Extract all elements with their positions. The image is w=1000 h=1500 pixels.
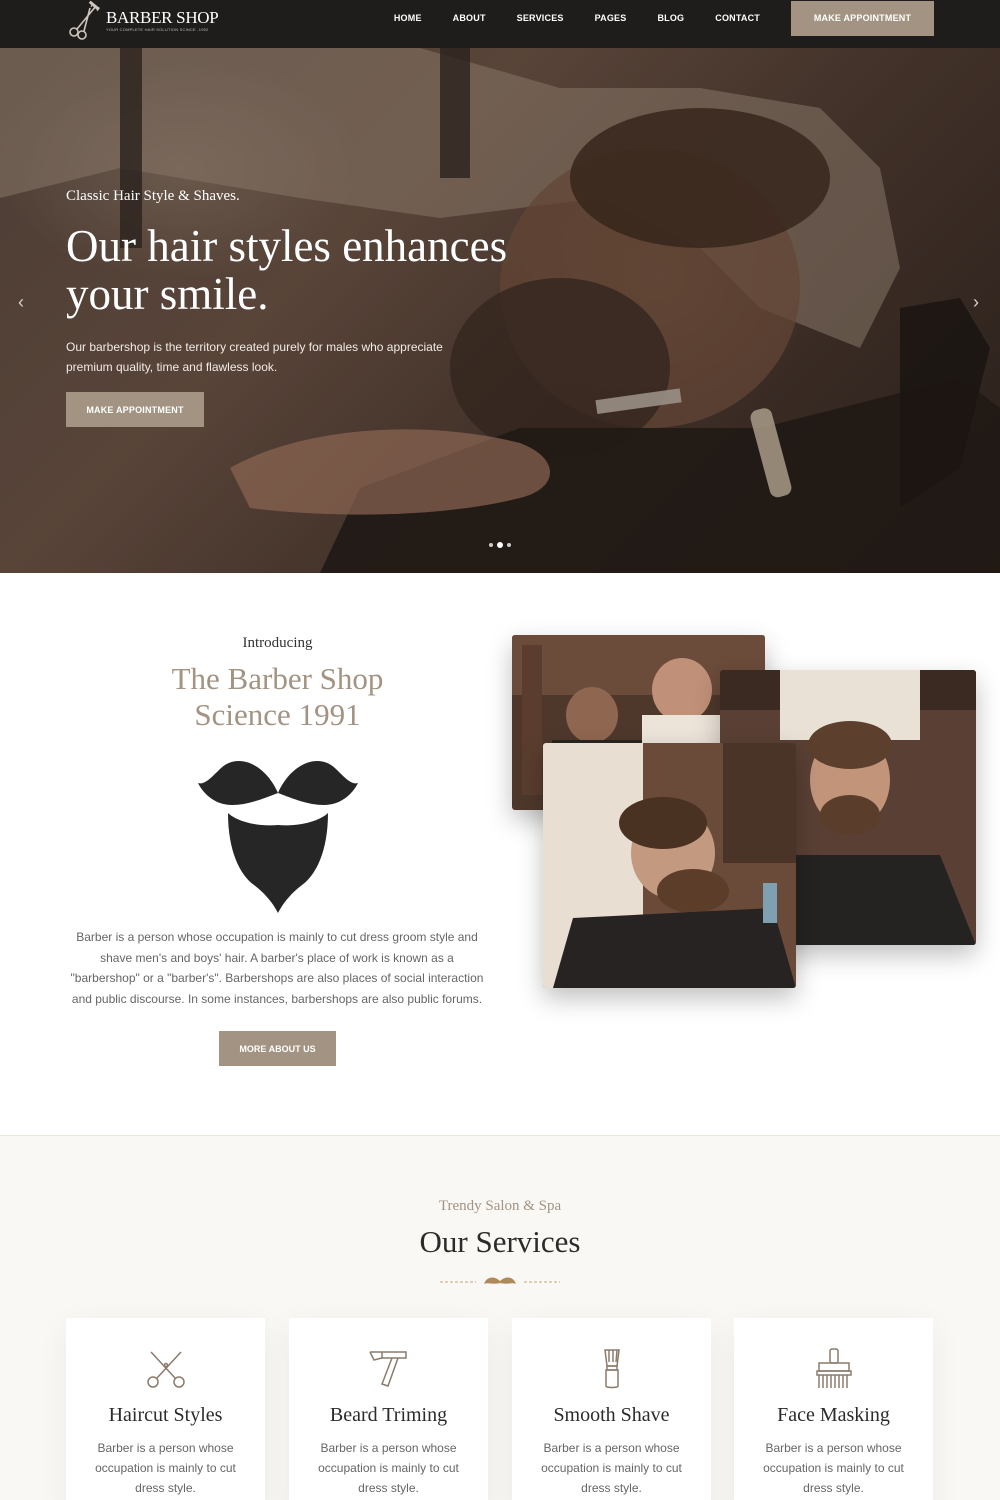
make-appointment-hero-button[interactable]: MAKE APPOINTMENT: [66, 392, 204, 427]
about-intro-section: Introducing The Barber Shop Science 1991…: [0, 573, 1000, 1135]
services-section: Trendy Salon & Spa Our Services Haircut …: [0, 1135, 1000, 1500]
menu-item-about[interactable]: ABOUT: [453, 13, 486, 23]
menu-item-pages[interactable]: PAGES: [595, 13, 627, 23]
menu-item-home[interactable]: HOME: [394, 13, 422, 23]
intro-label: Introducing: [242, 635, 313, 651]
service-text: Barber is a person whose occupation is m…: [763, 1441, 904, 1495]
top-navigation: BARBER SHOP YOUR COMPLETE HAIR SOLUTION …: [0, 0, 1000, 48]
scissors-icon: [147, 1351, 185, 1388]
more-about-us-button[interactable]: MORE ABOUT US: [219, 1031, 336, 1066]
intro-title-line2: Science 1991: [194, 697, 361, 732]
mustache-beard-icon: [198, 760, 358, 913]
service-title: Haircut Styles: [108, 1404, 223, 1426]
service-text: Barber is a person whose occupation is m…: [318, 1441, 459, 1495]
service-title: Smooth Shave: [553, 1404, 670, 1426]
service-title: Beard Triming: [329, 1404, 448, 1426]
shaving-brush-icon: [604, 1349, 620, 1389]
intro-title: The Barber Shop Science 1991: [0, 661, 555, 733]
logo-tagline: YOUR COMPLETE HAIR SOLUTION SCINCE -1952: [106, 27, 209, 32]
intro-title-line1: The Barber Shop: [171, 661, 384, 696]
menu-item-services[interactable]: SERVICES: [517, 13, 564, 23]
service-card-beard[interactable]: Beard Triming Barber is a person whose o…: [289, 1318, 488, 1500]
chevron-left-icon[interactable]: ‹: [18, 292, 24, 313]
slider-pagination: [489, 542, 511, 548]
slider-dot[interactable]: [507, 543, 511, 547]
logo[interactable]: BARBER SHOP YOUR COMPLETE HAIR SOLUTION …: [66, 0, 219, 42]
slider-dot[interactable]: [489, 543, 493, 547]
service-text: Barber is a person whose occupation is m…: [541, 1441, 682, 1495]
service-text: Barber is a person whose occupation is m…: [95, 1441, 236, 1495]
hero-description: Our barbershop is the territory created …: [66, 340, 443, 374]
hero-title: Our hair styles enhances your smile.: [66, 221, 508, 319]
service-card-haircut[interactable]: Haircut Styles Barber is a person whose …: [66, 1318, 265, 1500]
mustache-divider-icon: [440, 1277, 560, 1284]
face-mask-brush-icon: [816, 1348, 852, 1388]
service-card-face-masking[interactable]: Face Masking Barber is a person whose oc…: [734, 1318, 933, 1500]
services-title: Our Services: [419, 1224, 581, 1259]
service-card-shave[interactable]: Smooth Shave Barber is a person whose oc…: [512, 1318, 711, 1500]
main-menu: HOME ABOUT SERVICES PAGES BLOG CONTACT M…: [394, 0, 934, 36]
menu-item-contact[interactable]: CONTACT: [715, 13, 760, 23]
logo-name: BARBER SHOP: [106, 8, 219, 27]
menu-item-blog[interactable]: BLOG: [657, 13, 684, 23]
barber-photo-front: [543, 743, 796, 988]
services-subtitle: Trendy Salon & Spa: [438, 1198, 562, 1214]
service-title: Face Masking: [777, 1404, 890, 1426]
hero-slider: Classic Hair Style & Shaves. Our hair st…: [0, 48, 1000, 573]
intro-paragraph: Barber is a person whose occupation is m…: [70, 930, 484, 1006]
scissors-comb-logo-icon: [69, 0, 100, 40]
hero-subtitle: Classic Hair Style & Shaves.: [66, 188, 240, 204]
chevron-right-icon[interactable]: ›: [973, 292, 979, 313]
make-appointment-nav-button[interactable]: MAKE APPOINTMENT: [791, 0, 934, 36]
razor-icon: [369, 1351, 407, 1387]
slider-dot-active[interactable]: [497, 542, 503, 548]
